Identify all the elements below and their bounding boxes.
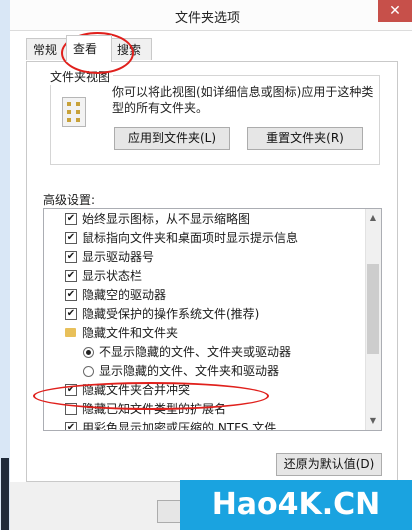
advanced-setting-row[interactable]: 隐藏文件和文件夹 [44,324,364,343]
advanced-setting-row[interactable]: ✔ 隐藏受保护的操作系统文件(推荐) [44,305,364,324]
watermark: Hao4K.CN [180,480,412,530]
scroll-down-arrow-icon[interactable]: ▼ [365,413,381,429]
annotation-circle-extension-option [33,382,269,410]
advanced-setting-label: 隐藏文件和文件夹 [82,326,179,340]
restore-defaults-button[interactable]: 还原为默认值(D) [276,453,382,476]
advanced-setting-row[interactable]: ✔ 鼠标指向文件夹和桌面项时显示提示信息 [44,229,364,248]
advanced-setting-label: 鼠标指向文件夹和桌面项时显示提示信息 [82,231,299,245]
advanced-setting-label: 显示隐藏的文件、文件夹和驱动器 [99,364,280,378]
advanced-setting-row[interactable]: ✔ 用彩色显示加密或压缩的 NTFS 文件 [44,419,364,431]
tab-view[interactable]: 查看 [66,35,112,62]
window-title: 文件夹选项 [175,11,241,26]
advanced-setting-row[interactable]: ✔ 始终显示图标，从不显示缩略图 [44,210,364,229]
advanced-setting-label: 隐藏空的驱动器 [82,288,167,302]
advanced-setting-label: 显示状态栏 [82,269,143,283]
close-button[interactable]: ✕ [378,0,412,22]
background-sliver [1,458,9,530]
folder-views-description: 你可以将此视图(如详细信息或图标)应用于这种类型的所有文件夹。 [112,85,374,115]
folder-view-icon [62,97,86,127]
scroll-up-arrow-icon[interactable]: ▲ [365,210,381,226]
checkbox-checked[interactable]: ✔ [65,270,77,282]
advanced-setting-label: 始终显示图标，从不显示缩略图 [82,212,251,226]
checkbox-checked[interactable]: ✔ [65,422,77,430]
advanced-setting-row[interactable]: 不显示隐藏的文件、文件夹或驱动器 [44,343,364,362]
advanced-setting-label: 隐藏受保护的操作系统文件(推荐) [82,307,260,321]
reset-folders-button[interactable]: 重置文件夹(R) [247,127,363,150]
checkbox-checked[interactable]: ✔ [65,213,77,225]
advanced-setting-label: 不显示隐藏的文件、文件夹或驱动器 [99,345,292,359]
advanced-setting-label: 用彩色显示加密或压缩的 NTFS 文件 [82,421,277,431]
window-frame-edge [0,0,10,530]
checkbox-checked[interactable]: ✔ [65,308,77,320]
advanced-setting-row[interactable]: ✔ 隐藏空的驱动器 [44,286,364,305]
checkbox-checked[interactable]: ✔ [65,232,77,244]
folder-icon [65,328,76,337]
advanced-setting-row[interactable]: 显示隐藏的文件、文件夹和驱动器 [44,362,364,381]
scroll-thumb[interactable] [367,264,379,354]
checkbox-checked[interactable]: ✔ [65,289,77,301]
checkbox-checked[interactable]: ✔ [65,251,77,263]
radio-selected[interactable] [83,347,94,358]
apply-to-folders-button[interactable]: 应用到文件夹(L) [114,127,230,150]
advanced-settings-label: 高级设置: [43,193,96,207]
radio-unselected[interactable] [83,366,94,377]
advanced-setting-label: 显示驱动器号 [82,250,155,264]
advanced-setting-row[interactable]: ✔ 显示状态栏 [44,267,364,286]
advanced-setting-row[interactable]: ✔ 显示驱动器号 [44,248,364,267]
